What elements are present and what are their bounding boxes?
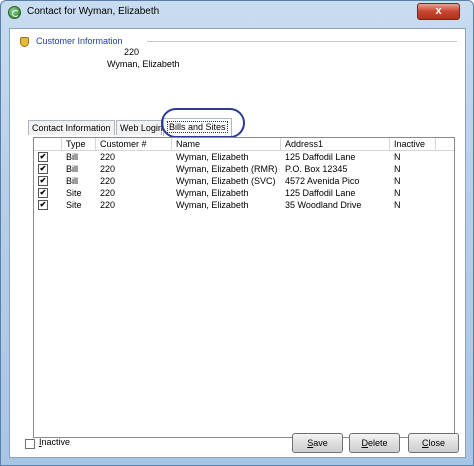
cell-name: Wyman, Elizabeth — [176, 152, 249, 162]
title-bar[interactable]: Contact for Wyman, Elizabeth x — [1, 1, 473, 25]
accelerator-letter: S — [307, 438, 314, 448]
cell-type: Bill — [66, 164, 79, 174]
cell-name: Wyman, Elizabeth (RMR) — [176, 164, 278, 174]
cell-address1: 125 Daffodil Lane — [285, 152, 356, 162]
column-header-name[interactable]: Name — [172, 138, 281, 150]
cell-address1: 35 Woodland Drive — [285, 200, 362, 210]
window-title: Contact for Wyman, Elizabeth — [27, 6, 160, 17]
row-checkbox[interactable]: ✔ — [38, 164, 48, 174]
customer-number: 220 — [124, 47, 140, 57]
cell-name: Wyman, Elizabeth — [176, 188, 249, 198]
row-checkbox[interactable]: ✔ — [38, 152, 48, 162]
cell-type: Bill — [66, 176, 79, 186]
column-header-inactive[interactable]: Inactive — [390, 138, 436, 150]
cell-inactive: N — [394, 152, 401, 162]
cell-inactive: N — [394, 176, 401, 186]
row-checkbox[interactable]: ✔ — [38, 188, 48, 198]
customer-info-title: Customer Information — [36, 36, 123, 46]
cell-customer: 220 — [100, 164, 116, 174]
table-row[interactable]: ✔ Bill 220 Wyman, Elizabeth (RMR) P.O. Box 1… — [34, 163, 454, 175]
contact-dialog: Contact for Wyman, Elizabeth x Customer … — [0, 0, 474, 466]
window-close-button[interactable]: x — [417, 3, 460, 20]
cell-type: Bill — [66, 152, 79, 162]
dialog-client-area: Customer Information 220 Wyman, Elizabet… — [9, 28, 466, 458]
inactive-label: Inactive — [39, 437, 71, 447]
cell-name: Wyman, Elizabeth (SVC) — [176, 176, 276, 186]
cell-customer: 220 — [100, 200, 116, 210]
tab-web-login[interactable]: Web Login — [116, 120, 163, 135]
grid-header: Type Customer # Name Address1 Inactive — [34, 138, 454, 151]
tab-contact-information[interactable]: Contact Information — [28, 120, 115, 135]
column-header-address1[interactable]: Address1 — [281, 138, 390, 150]
cell-inactive: N — [394, 200, 401, 210]
customer-name: Wyman, Elizabeth — [107, 59, 180, 69]
cell-inactive: N — [394, 164, 401, 174]
cell-address1: 4572 Avenida Pico — [285, 176, 360, 186]
cell-customer: 220 — [100, 152, 116, 162]
accelerator-letter: D — [361, 438, 368, 448]
close-button[interactable]: Close — [408, 433, 459, 453]
cell-address1: 125 Daffodil Lane — [285, 188, 356, 198]
shield-icon — [20, 37, 29, 47]
cell-type: Site — [66, 200, 82, 210]
inactive-checkbox[interactable] — [25, 439, 35, 449]
cell-customer: 220 — [100, 176, 116, 186]
row-checkbox[interactable]: ✔ — [38, 200, 48, 210]
table-row[interactable]: ✔ Bill 220 Wyman, Elizabeth 125 Daffodil Lan… — [34, 151, 454, 163]
cell-type: Site — [66, 188, 82, 198]
save-button[interactable]: Save — [292, 433, 343, 453]
column-header-select[interactable] — [34, 138, 62, 150]
delete-button[interactable]: Delete — [349, 433, 400, 453]
table-row[interactable]: ✔ Site 220 Wyman, Elizabeth 125 Daffodil Lan… — [34, 187, 454, 199]
accelerator-letter: C — [421, 438, 429, 448]
column-header-type[interactable]: Type — [62, 138, 96, 150]
row-checkbox[interactable]: ✔ — [38, 176, 48, 186]
cell-address1: P.O. Box 12345 — [285, 164, 348, 174]
section-divider — [147, 41, 457, 42]
table-row[interactable]: ✔ Bill 220 Wyman, Elizabeth (SVC) 4572 Aveni… — [34, 175, 454, 187]
cell-name: Wyman, Elizabeth — [176, 200, 249, 210]
app-icon — [8, 6, 21, 19]
bills-sites-grid[interactable]: Type Customer # Name Address1 Inactive ✔… — [33, 137, 455, 438]
accelerator-letter: I — [39, 437, 42, 447]
column-header-customer[interactable]: Customer # — [96, 138, 172, 150]
cell-inactive: N — [394, 188, 401, 198]
tab-highlight-annotation — [161, 108, 245, 138]
cell-customer: 220 — [100, 188, 116, 198]
table-row[interactable]: ✔ Site 220 Wyman, Elizabeth 35 Woodland Driv… — [34, 199, 454, 211]
